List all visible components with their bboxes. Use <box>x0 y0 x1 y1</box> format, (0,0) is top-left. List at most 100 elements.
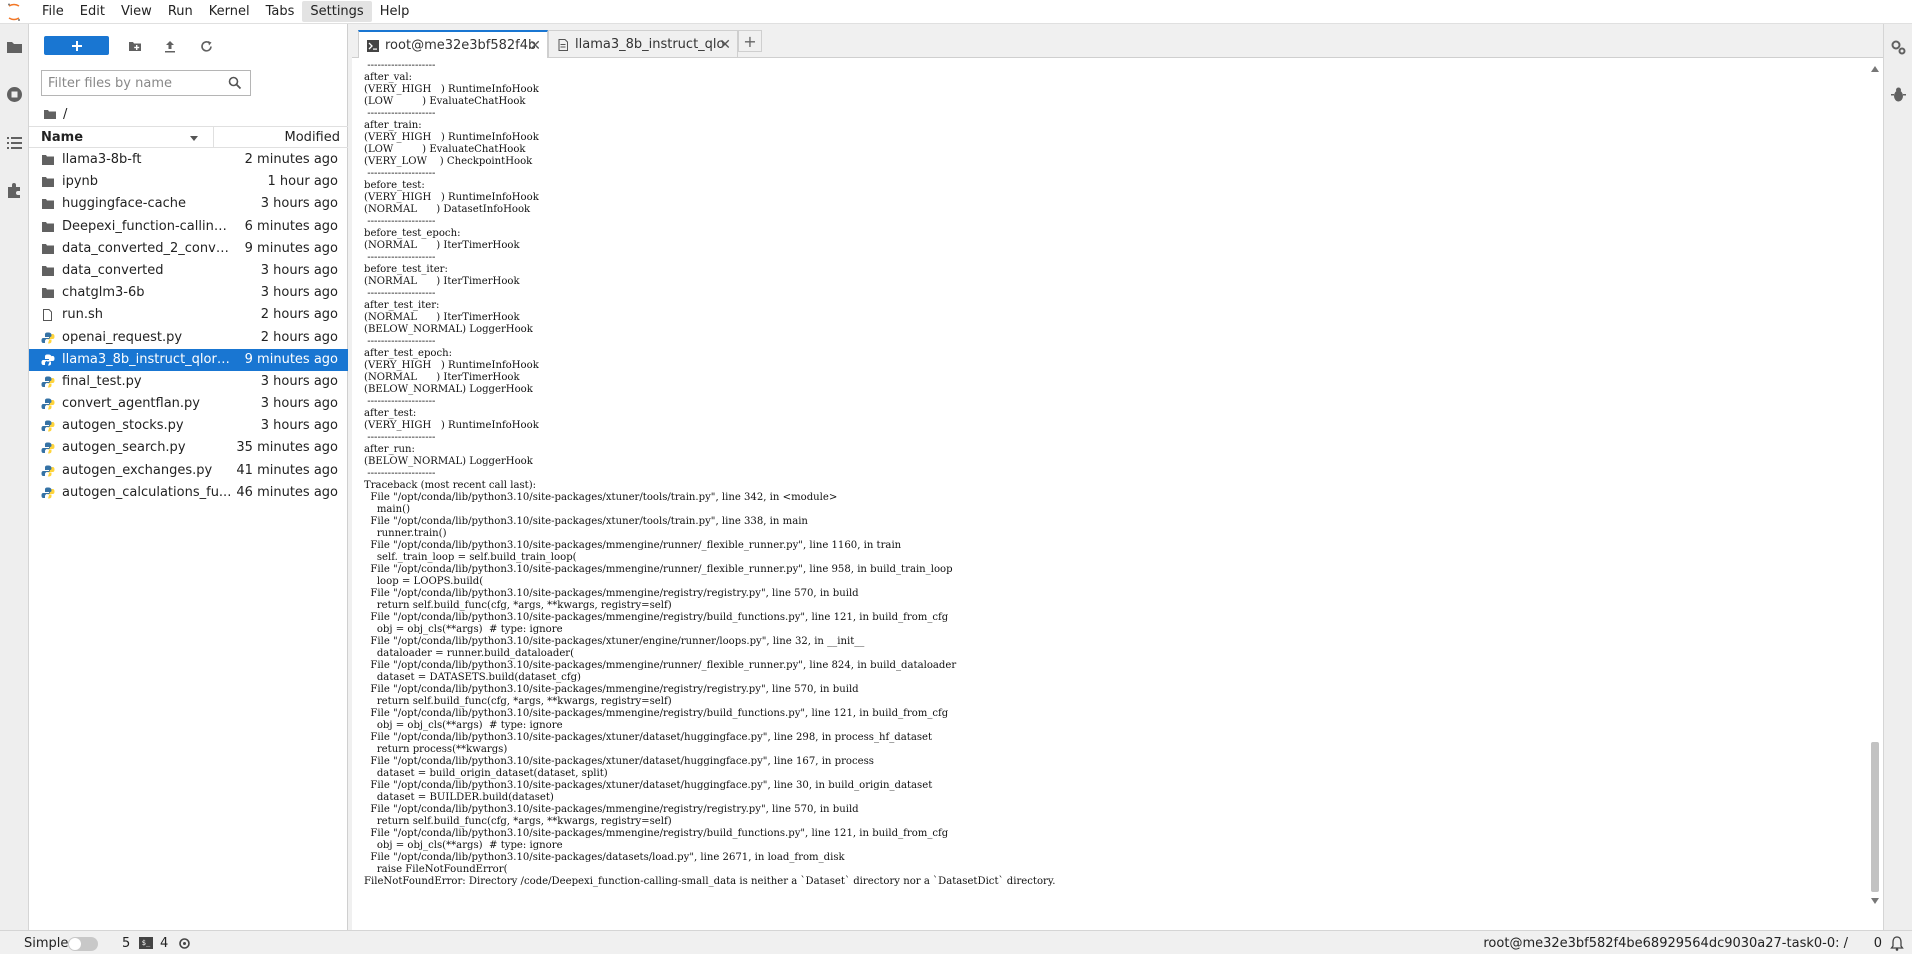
file-row[interactable]: run.sh 2 hours ago <box>29 304 348 326</box>
folder-icon <box>42 265 54 276</box>
add-tab-button[interactable]: + <box>738 30 762 52</box>
close-icon[interactable]: ✕ <box>719 37 731 53</box>
filter-files-input[interactable] <box>42 71 222 95</box>
terminal-output: -------------------- after_val: (VERY_HIGH… <box>364 60 1844 888</box>
file-row[interactable]: convert_agentflan.py 3 hours ago <box>29 393 348 415</box>
status-bar: Simple 5 $_ 4 root@me32e3bf582f4be689295… <box>0 930 1912 954</box>
upload-icon <box>165 40 175 52</box>
file-row[interactable]: autogen_stocks.py 3 hours ago <box>29 415 348 437</box>
file-modified: 6 minutes ago <box>244 218 338 234</box>
terminal-line: -------------------- <box>364 336 436 347</box>
file-modified: 3 hours ago <box>260 196 338 212</box>
file-modified: 3 hours ago <box>260 418 338 434</box>
scrollbar-thumb[interactable] <box>1871 742 1879 892</box>
terminal-count[interactable]: 4 <box>160 936 168 951</box>
terminal-path-status: root@me32e3bf582f4be68929564dc9030a27-ta… <box>1483 936 1848 951</box>
menu-bar: File Edit View Run Kernel Tabs Settings … <box>0 0 1912 24</box>
menu-tabs[interactable]: Tabs <box>258 1 303 22</box>
terminal-line: (VERY_HIGH ) RuntimeInfoHook <box>364 192 539 203</box>
menu-view[interactable]: View <box>113 1 160 22</box>
menu-kernel[interactable]: Kernel <box>201 1 258 22</box>
file-row[interactable]: autogen_calculations_fu... 46 minutes ago <box>29 482 348 504</box>
terminal-line: loop = LOOPS.build( <box>364 576 484 587</box>
close-icon[interactable]: ✕ <box>529 38 541 54</box>
file-row[interactable]: autogen_search.py 35 minutes ago <box>29 437 348 459</box>
terminal-line: (VERY_HIGH ) RuntimeInfoHook <box>364 84 539 95</box>
menu-file[interactable]: File <box>34 1 72 22</box>
simple-mode-toggle[interactable] <box>68 937 98 951</box>
menu-run[interactable]: Run <box>160 1 201 22</box>
terminal-line: File "/opt/conda/lib/python3.10/site-pac… <box>364 612 949 623</box>
tab-llama3-file[interactable]: llama3_8b_instruct_qlora_a ✕ <box>548 30 738 58</box>
breadcrumb: / <box>43 104 67 124</box>
terminal-line: File "/opt/conda/lib/python3.10/site-pac… <box>364 684 859 695</box>
refresh-button[interactable] <box>196 36 216 56</box>
python-file-icon <box>41 354 55 366</box>
menu-help[interactable]: Help <box>372 1 418 22</box>
breadcrumb-root[interactable]: / <box>63 107 67 122</box>
file-name: final_test.py <box>62 373 142 389</box>
column-name-header[interactable]: Name <box>41 130 83 145</box>
table-of-contents-icon[interactable] <box>6 134 23 151</box>
file-row[interactable]: Deepexi_function-calling... 6 minutes ago <box>29 216 348 238</box>
terminal-scrollbar[interactable] <box>1867 58 1883 918</box>
terminal-line: (BELOW_NORMAL) LoggerHook <box>364 324 533 335</box>
file-row[interactable]: autogen_exchanges.py 41 minutes ago <box>29 460 348 482</box>
terminal-panel[interactable]: -------------------- after_val: (VERY_HIGH… <box>352 58 1883 930</box>
debugger-bug-icon[interactable] <box>1890 86 1907 103</box>
new-launcher-button[interactable] <box>44 36 109 55</box>
file-list-header: Name Modified <box>29 126 348 148</box>
kernel-count[interactable]: 5 <box>122 936 130 951</box>
folder-icon <box>42 199 54 210</box>
terminal-icon <box>367 39 379 52</box>
folder-icon[interactable] <box>6 39 23 56</box>
notification-count[interactable]: 0 <box>1874 936 1882 951</box>
file-row[interactable]: huggingface-cache 3 hours ago <box>29 193 348 215</box>
plus-icon <box>71 40 82 51</box>
sort-descending-icon[interactable] <box>189 133 199 143</box>
folder-icon <box>42 243 54 254</box>
terminal-line: after_run: <box>364 444 415 455</box>
python-file-icon <box>41 442 55 454</box>
running-sessions-icon[interactable] <box>6 86 23 103</box>
bell-icon[interactable] <box>1890 936 1904 951</box>
scroll-up-arrow-icon[interactable] <box>1871 66 1879 72</box>
file-row[interactable]: final_test.py 3 hours ago <box>29 371 348 393</box>
terminal-line: return self.build_func(cfg, *args, **kwa… <box>364 816 672 827</box>
terminal-line: FileNotFoundError: Directory /code/Deepe… <box>364 876 1056 887</box>
file-row[interactable]: data_converted_2_conve... 9 minutes ago <box>29 238 348 260</box>
terminal-line: File "/opt/conda/lib/python3.10/site-pac… <box>364 756 874 767</box>
file-browser-toolbar <box>29 24 348 66</box>
folder-icon <box>42 155 54 165</box>
scroll-down-arrow-icon[interactable] <box>1871 898 1879 904</box>
extension-puzzle-icon[interactable] <box>6 182 23 199</box>
file-row[interactable]: chatglm3-6b 3 hours ago <box>29 282 348 304</box>
new-folder-button[interactable] <box>125 36 145 56</box>
terminal-line: File "/opt/conda/lib/python3.10/site-pac… <box>364 780 933 791</box>
terminal-line: File "/opt/conda/lib/python3.10/site-pac… <box>364 564 953 575</box>
file-row[interactable]: ipynb 1 hour ago <box>29 171 348 193</box>
property-inspector-gear-icon[interactable] <box>1890 39 1907 56</box>
menu-edit[interactable]: Edit <box>72 1 113 22</box>
terminal-line: -------------------- <box>364 60 436 71</box>
tab-terminal[interactable]: root@me32e3bf582f4be6... ✕ <box>358 30 548 59</box>
file-row[interactable]: data_converted 3 hours ago <box>29 260 348 282</box>
file-row[interactable]: llama3_8b_instruct_qlora... 9 minutes ago <box>29 348 348 371</box>
terminal-line: before_test_epoch: <box>364 228 461 239</box>
terminal-line: File "/opt/conda/lib/python3.10/site-pac… <box>364 732 933 743</box>
gear-icon[interactable] <box>178 937 191 950</box>
column-modified-header[interactable]: Modified <box>285 130 340 145</box>
column-divider[interactable] <box>213 127 214 148</box>
terminal-count-icon[interactable]: $_ <box>139 937 153 949</box>
upload-button[interactable] <box>160 36 180 56</box>
file-row[interactable]: openai_request.py 2 hours ago <box>29 327 348 349</box>
terminal-line: -------------------- <box>364 468 436 479</box>
menu-settings[interactable]: Settings <box>302 1 372 22</box>
file-row[interactable]: llama3-8b-ft 2 minutes ago <box>29 149 348 171</box>
terminal-line: obj = obj_cls(**args) # type: ignore <box>364 624 563 635</box>
file-modified: 9 minutes ago <box>244 351 338 367</box>
file-modified: 2 hours ago <box>260 329 338 345</box>
terminal-line: (LOW ) EvaluateChatHook <box>364 96 526 107</box>
folder-icon[interactable] <box>43 109 57 120</box>
terminal-line: return self.build_func(cfg, *args, **kwa… <box>364 696 672 707</box>
